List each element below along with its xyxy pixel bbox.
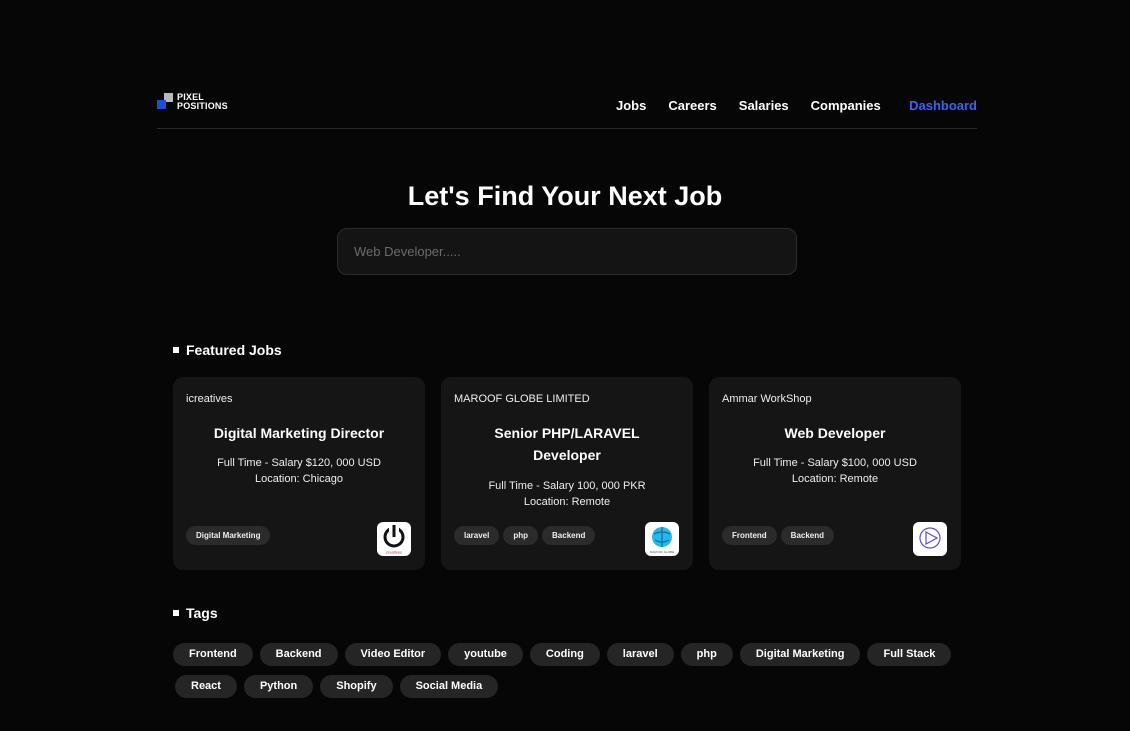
job-company[interactable]: Ammar WorkShop xyxy=(722,393,812,405)
job-salary: Full Time - Salary $120, 000 USD xyxy=(217,457,381,469)
tag-chip[interactable]: Coding xyxy=(529,643,600,666)
job-tags: laravel php Backend xyxy=(454,526,596,545)
play-icon xyxy=(919,527,941,549)
job-tag[interactable]: Backend xyxy=(780,526,835,545)
globe-icon: MAROOF GLOBE xyxy=(650,527,674,554)
logo-mark-blue xyxy=(157,100,166,109)
company-logo: creatives xyxy=(377,522,411,556)
job-tag[interactable]: laravel xyxy=(454,526,500,545)
tag-chip[interactable]: youtube xyxy=(448,643,523,666)
tag-row: React Python Shopify Social Media xyxy=(173,675,973,698)
job-location: Location: Remote xyxy=(523,496,611,508)
job-tag[interactable]: Digital Marketing xyxy=(186,526,271,545)
pixel-positions-logo[interactable]: PIXEL POSITIONS xyxy=(157,92,237,112)
job-salary: Full Time - Salary 100, 000 PKR xyxy=(488,480,646,492)
dashboard-link[interactable]: Dashboard xyxy=(909,98,977,113)
company-logo xyxy=(913,522,947,556)
job-card[interactable]: MAROOF GLOBE LIMITED Senior PHP/LARAVEL … xyxy=(441,377,693,570)
job-company[interactable]: icreatives xyxy=(186,393,232,405)
nav-link-salaries[interactable]: Salaries xyxy=(739,98,789,113)
tags-heading-text: Tags xyxy=(186,605,218,621)
icreatives-power-icon: creatives xyxy=(379,525,409,555)
tag-chip[interactable]: Shopify xyxy=(320,675,393,698)
company-logo: MAROOF GLOBE xyxy=(645,522,679,556)
job-tags: Digital Marketing xyxy=(186,526,271,545)
page-title: Let's Find Your Next Job xyxy=(407,181,723,211)
nav-link-jobs[interactable]: Jobs xyxy=(616,98,646,113)
job-salary: Full Time - Salary $100, 000 USD xyxy=(753,457,917,469)
featured-jobs-heading-text: Featured Jobs xyxy=(186,342,282,358)
job-location: Location: Remote xyxy=(791,473,879,485)
section-bullet xyxy=(173,610,179,616)
job-title[interactable]: Senior PHP/LARAVEL Developer xyxy=(486,422,648,466)
tag-row: Frontend Backend Video Editor youtube Co… xyxy=(173,643,973,666)
job-meta: Full Time - Salary $100, 000 USD Locatio… xyxy=(719,455,951,487)
tag-chip[interactable]: Video Editor xyxy=(344,643,442,666)
job-card[interactable]: icreatives Digital Marketing Director Fu… xyxy=(173,377,425,570)
tag-chip[interactable]: Python xyxy=(243,675,314,698)
job-tag[interactable]: Backend xyxy=(542,526,596,545)
featured-jobs-heading: Featured Jobs xyxy=(173,342,282,358)
job-company[interactable]: MAROOF GLOBE LIMITED xyxy=(454,393,590,405)
job-tag[interactable]: php xyxy=(503,526,539,545)
tag-chip[interactable]: React xyxy=(175,675,237,698)
logo-line-2: POSITIONS xyxy=(177,101,228,111)
tag-chip[interactable]: laravel xyxy=(606,643,674,666)
top-nav: PIXEL POSITIONS Jobs Careers Salaries Co… xyxy=(157,88,977,129)
tags-heading: Tags xyxy=(173,605,218,621)
job-tag[interactable]: Frontend xyxy=(722,526,777,545)
tag-chip[interactable]: Backend xyxy=(259,643,338,666)
nav-links: Jobs Careers Salaries Companies xyxy=(616,98,881,113)
svg-text:creatives: creatives xyxy=(386,550,402,555)
job-meta: Full Time - Salary 100, 000 PKR Location… xyxy=(451,478,683,510)
job-meta: Full Time - Salary $120, 000 USD Locatio… xyxy=(183,455,415,487)
job-tags: Frontend Backend xyxy=(722,526,835,545)
job-title[interactable]: Web Developer xyxy=(724,422,946,444)
tag-chip[interactable]: php xyxy=(680,643,733,666)
svg-text:MAROOF GLOBE: MAROOF GLOBE xyxy=(650,550,674,554)
tag-chip[interactable]: Frontend xyxy=(173,643,253,666)
nav-link-companies[interactable]: Companies xyxy=(811,98,881,113)
tag-chip[interactable]: Digital Marketing xyxy=(739,643,861,666)
nav-link-careers[interactable]: Careers xyxy=(668,98,716,113)
logo-text: PIXEL POSITIONS xyxy=(177,93,228,111)
job-location: Location: Chicago xyxy=(254,473,344,485)
tag-chip[interactable]: Full Stack xyxy=(867,643,952,666)
section-bullet xyxy=(173,347,179,353)
job-title[interactable]: Digital Marketing Director xyxy=(188,422,410,444)
job-card[interactable]: Ammar WorkShop Web Developer Full Time -… xyxy=(709,377,961,570)
tag-chip[interactable]: Social Media xyxy=(399,675,499,698)
tag-cloud: Frontend Backend Video Editor youtube Co… xyxy=(173,643,973,707)
search-input[interactable] xyxy=(337,228,797,275)
